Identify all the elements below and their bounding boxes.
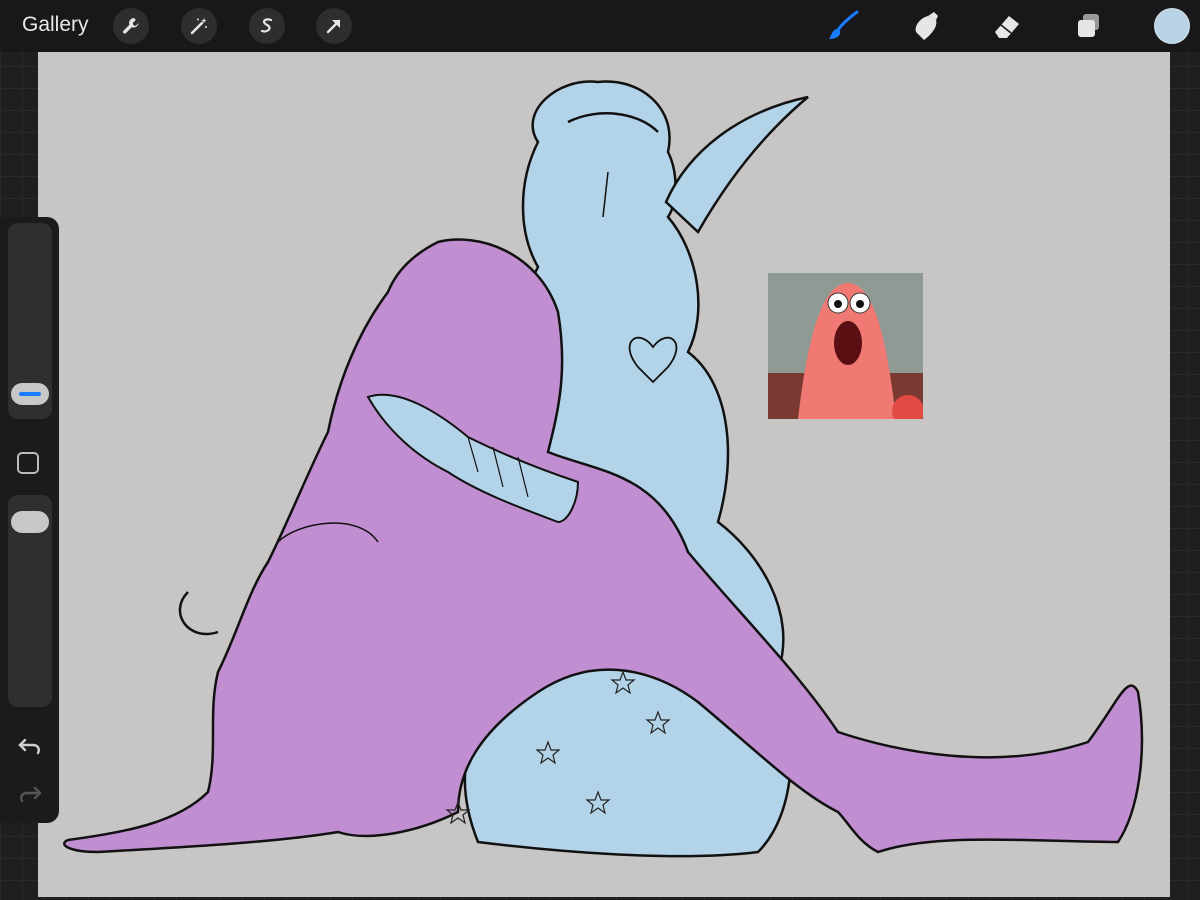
- brush-tool-button[interactable]: [825, 8, 861, 44]
- eraser-icon: [995, 16, 1019, 38]
- smudge-icon: [915, 12, 938, 40]
- reference-image[interactable]: [768, 273, 923, 419]
- eraser-tool-button[interactable]: [989, 8, 1025, 44]
- magic-wand-icon: [190, 18, 207, 35]
- smudge-tool-button[interactable]: [908, 8, 944, 44]
- selection-button[interactable]: [249, 8, 285, 44]
- top-toolbar: Gallery: [0, 0, 1200, 52]
- brush-icon: [829, 10, 859, 39]
- brush-size-slider[interactable]: [8, 223, 52, 419]
- transform-arrow-icon: [326, 19, 341, 34]
- artwork: [63, 80, 1144, 858]
- layers-button[interactable]: [1071, 8, 1107, 44]
- undo-icon[interactable]: [17, 732, 43, 758]
- wrench-icon: [123, 18, 139, 34]
- side-toolbar: [0, 217, 59, 823]
- gallery-button[interactable]: Gallery: [22, 13, 89, 37]
- active-indicator: [19, 392, 41, 396]
- pink-character-image: [768, 273, 923, 419]
- color-swatch[interactable]: [1154, 8, 1190, 44]
- drawing-canvas[interactable]: [38, 52, 1170, 897]
- modify-button[interactable]: [17, 452, 39, 474]
- redo-icon[interactable]: [17, 780, 43, 806]
- opacity-thumb[interactable]: [11, 511, 49, 533]
- transform-button[interactable]: [316, 8, 352, 44]
- opacity-slider[interactable]: [8, 495, 52, 707]
- adjustments-button[interactable]: [181, 8, 217, 44]
- selection-icon: [260, 18, 273, 33]
- actions-wrench-button[interactable]: [113, 8, 149, 44]
- layers-icon: [1078, 14, 1099, 37]
- brush-size-thumb[interactable]: [11, 383, 49, 405]
